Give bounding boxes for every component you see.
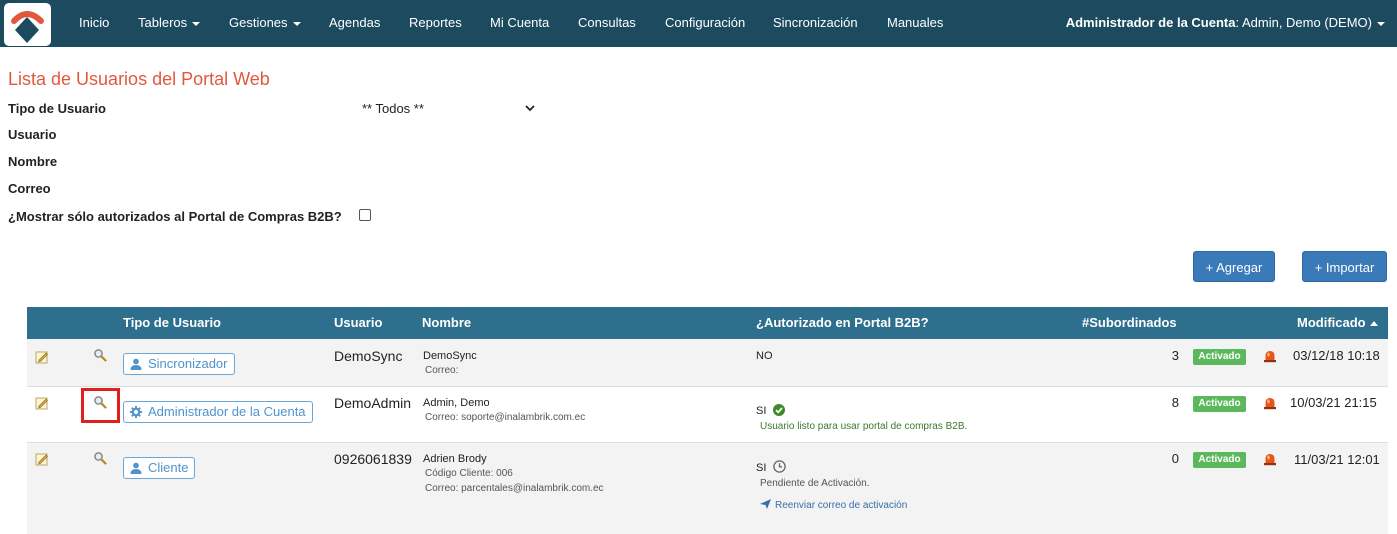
full-name: Adrien Brody — [423, 453, 487, 465]
b2b-status-label: SI — [756, 462, 767, 474]
col-autorizado[interactable]: ¿Autorizado en Portal B2B? — [756, 315, 929, 330]
col-usuario[interactable]: Usuario — [334, 315, 382, 330]
user-icon — [130, 358, 142, 370]
user-icon — [130, 462, 142, 474]
tipo-usuario-select[interactable]: ** Todos ** — [358, 99, 540, 119]
nav-sincronizacion[interactable]: Sincronización — [773, 15, 858, 30]
nav-agendas[interactable]: Agendas — [329, 15, 380, 30]
client-code: Código Cliente: 006 — [425, 468, 513, 479]
b2b-status: SI — [756, 404, 786, 417]
col-tipo-usuario[interactable]: Tipo de Usuario — [123, 315, 221, 330]
user-type-label: Cliente — [148, 460, 189, 475]
user-type-label: Sincronizador — [148, 356, 228, 371]
col-modificado-label: Modificado — [1297, 315, 1366, 330]
user-menu[interactable]: Administrador de la Cuenta: Admin, Demo … — [1066, 15, 1385, 30]
username: DemoAdmin — [334, 395, 412, 411]
email: Correo: parcentales@inalambrik.com.ec — [425, 483, 604, 494]
chevron-down-icon — [525, 105, 535, 112]
caret-down-icon — [292, 21, 301, 26]
nav-manuales[interactable]: Manuales — [887, 15, 943, 30]
nav-mi-cuenta[interactable]: Mi Cuenta — [490, 15, 549, 30]
alarm-icon[interactable] — [1263, 396, 1277, 410]
add-button[interactable]: + Agregar — [1193, 251, 1275, 282]
subordinates-count: 8 — [1171, 395, 1179, 410]
logo-icon — [11, 11, 44, 43]
b2b-filter-label: ¿Mostrar sólo autorizados al Portal de C… — [8, 209, 342, 224]
app-logo[interactable] — [4, 3, 51, 46]
modified-date: 11/03/21 12:01 — [1294, 452, 1380, 467]
nombre-label: Nombre — [8, 154, 58, 169]
highlight-annotation — [81, 388, 120, 423]
col-nombre[interactable]: Nombre — [422, 315, 471, 330]
subordinates-count: 0 — [1171, 451, 1179, 466]
send-icon — [760, 499, 771, 509]
clock-icon — [773, 460, 787, 473]
resend-activation-link[interactable]: Reenviar correo de activación — [760, 499, 907, 511]
usuario-label: Usuario — [8, 127, 57, 142]
nav-tableros[interactable]: Tableros — [138, 15, 201, 30]
resend-activation-label: Reenviar correo de activación — [775, 500, 908, 511]
edit-icon[interactable] — [35, 350, 49, 364]
b2b-status: SI — [756, 460, 787, 474]
b2b-status-note: Pendiente de Activación. — [760, 478, 870, 489]
search-icon[interactable] — [93, 348, 107, 362]
modified-date: 03/12/18 10:18 — [1293, 348, 1380, 363]
b2b-status-note: Usuario listo para usar portal de compra… — [760, 421, 968, 432]
search-icon[interactable] — [93, 451, 107, 465]
user-role: Administrador de la Cuenta — [1065, 15, 1236, 30]
nav-gestiones[interactable]: Gestiones — [229, 15, 301, 30]
correo-label: Correo — [8, 181, 51, 196]
full-name: DemoSync — [423, 350, 477, 362]
nav-tableros-label: Tableros — [138, 15, 188, 30]
user-type-button[interactable]: Administrador de la Cuenta — [123, 401, 313, 423]
table-header: Tipo de Usuario Usuario Nombre ¿Autoriza… — [27, 307, 1388, 339]
nav-consultas[interactable]: Consultas — [578, 15, 636, 30]
edit-icon[interactable] — [35, 396, 49, 410]
nav-reportes[interactable]: Reportes — [409, 15, 462, 30]
gear-icon — [130, 406, 142, 418]
top-navbar: Inicio Tableros Gestiones Agendas Report… — [0, 0, 1397, 47]
b2b-filter-checkbox[interactable] — [359, 209, 371, 221]
alarm-icon[interactable] — [1263, 452, 1277, 466]
page-title: Lista de Usuarios del Portal Web — [8, 69, 270, 89]
caret-down-icon — [192, 21, 201, 26]
nav-gestiones-label: Gestiones — [229, 15, 288, 30]
full-name: Admin, Demo — [423, 397, 490, 409]
import-button[interactable]: + Importar — [1302, 251, 1387, 282]
user-type-label: Administrador de la Cuenta — [148, 404, 306, 419]
subordinates-count: 3 — [1171, 348, 1179, 363]
username: DemoSync — [334, 348, 403, 364]
nav-configuracion[interactable]: Configuración — [665, 15, 745, 30]
table-row: Administrador de la Cuenta DemoAdmin Adm… — [27, 387, 1388, 443]
email: Correo: soporte@inalambrik.com.ec — [425, 412, 586, 423]
check-circle-icon — [773, 404, 786, 416]
status-badge: Activado — [1193, 349, 1246, 365]
table-row: Sincronizador DemoSync DemoSync Correo: … — [27, 339, 1388, 387]
b2b-status-label: SI — [756, 405, 767, 417]
status-badge: Activado — [1193, 396, 1246, 412]
nav-inicio[interactable]: Inicio — [79, 15, 109, 30]
col-modificado[interactable]: Modificado — [1297, 315, 1378, 330]
table-row: Cliente 0926061839 Adrien Brody Código C… — [27, 443, 1388, 534]
tipo-usuario-label: Tipo de Usuario — [8, 101, 106, 116]
edit-icon[interactable] — [35, 452, 49, 466]
alarm-icon[interactable] — [1263, 349, 1277, 363]
email: Correo: — [425, 365, 459, 376]
user-type-button[interactable]: Sincronizador — [123, 353, 235, 375]
username: 0926061839 — [334, 451, 412, 467]
modified-date: 10/03/21 21:15 — [1290, 395, 1377, 410]
caret-down-icon — [1377, 21, 1385, 26]
status-badge: Activado — [1193, 452, 1246, 468]
col-subordinados[interactable]: #Subordinados — [1082, 315, 1177, 330]
user-type-button[interactable]: Cliente — [123, 457, 196, 479]
sort-asc-icon — [1369, 321, 1378, 327]
user-name: : Admin, Demo (DEMO) — [1235, 15, 1372, 30]
b2b-status: NO — [756, 350, 773, 362]
